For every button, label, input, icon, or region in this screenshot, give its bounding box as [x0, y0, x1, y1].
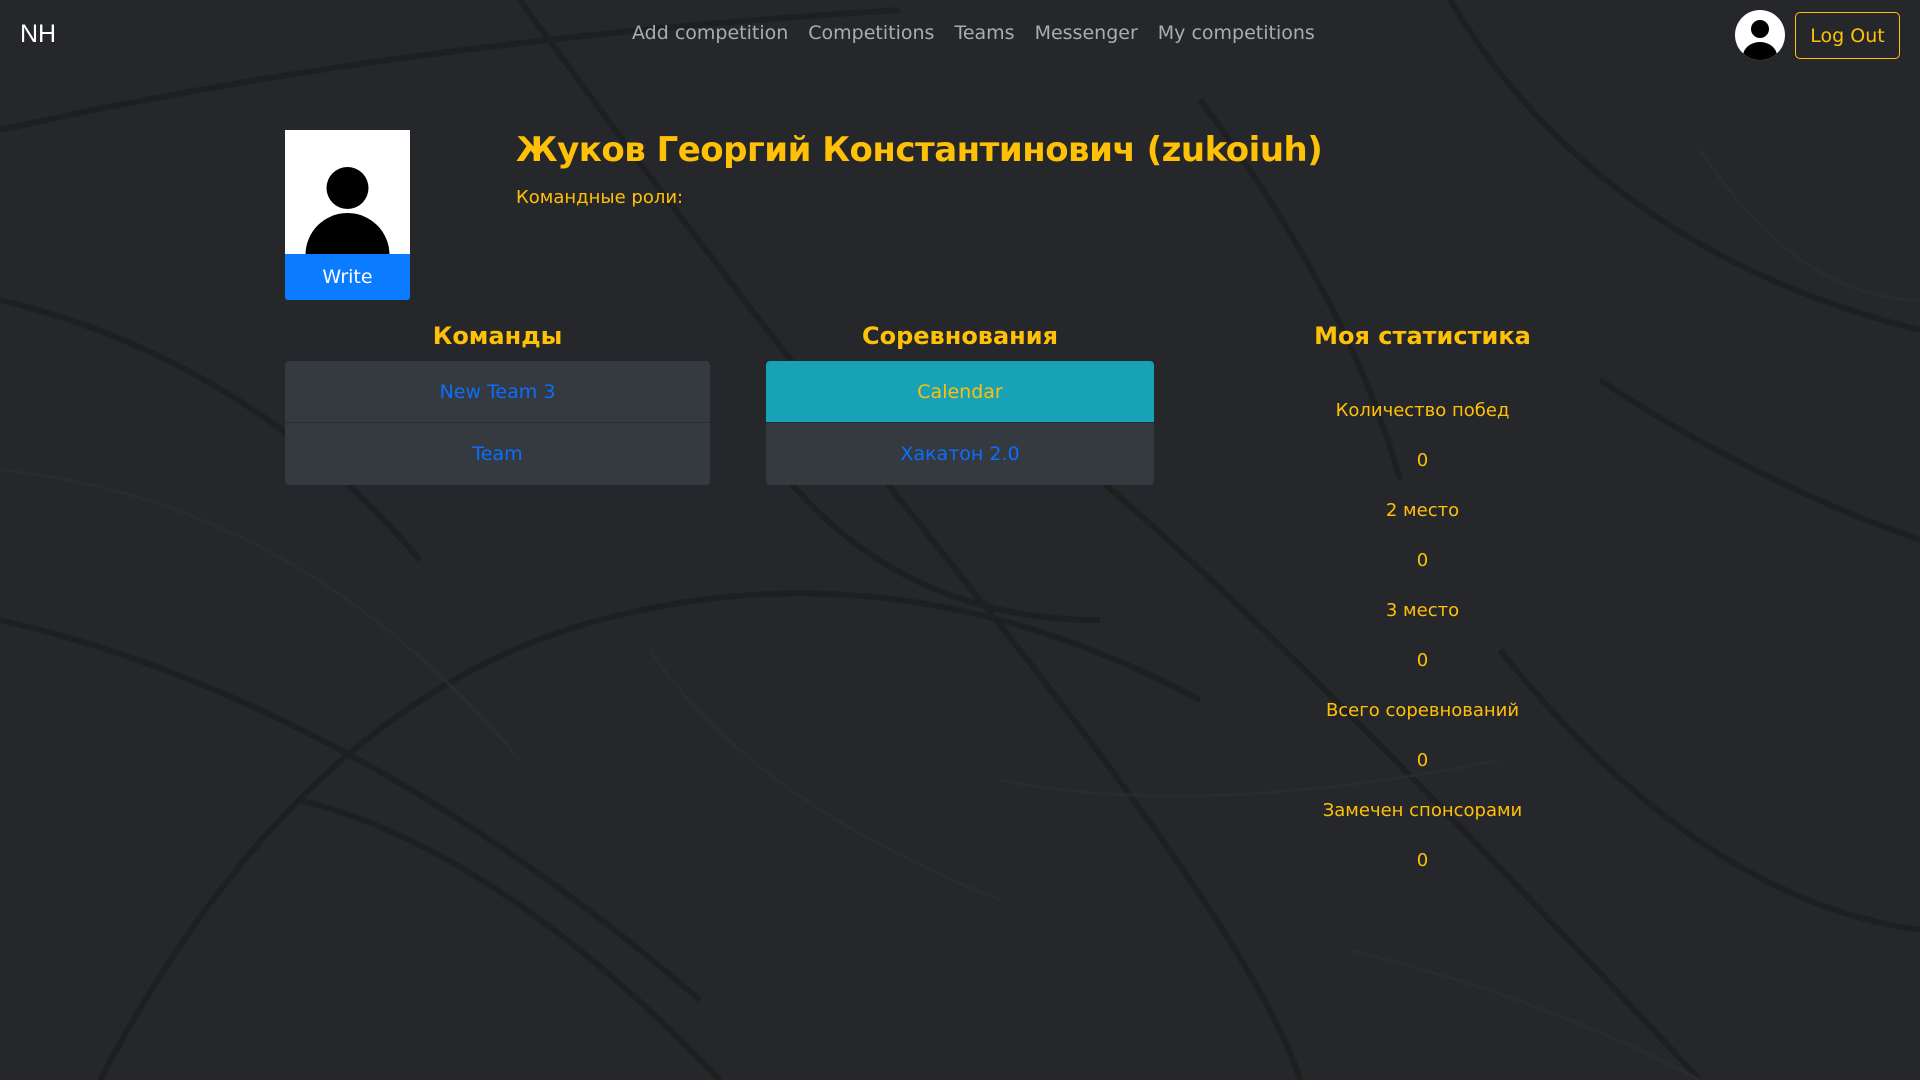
user-silhouette-icon [305, 167, 390, 255]
logout-button[interactable]: Log Out [1795, 12, 1900, 59]
team-roles-label: Командные роли: [516, 187, 684, 208]
teams-title: Команды [432, 322, 563, 350]
team-item[interactable]: New Team 3 [285, 361, 710, 423]
competition-item[interactable]: Хакатон 2.0 [766, 423, 1154, 485]
stats-title: Моя статистика [1314, 322, 1531, 350]
profile-page: Write Жуков Георгий Константинович (zuko… [0, 0, 1920, 1080]
calendar-item[interactable]: Calendar [766, 361, 1154, 423]
nav-add-competition[interactable]: Add competition [632, 22, 788, 44]
stat-second-place-label: 2 место [1385, 499, 1460, 521]
brand-logo[interactable]: NH [20, 20, 56, 49]
nav-teams[interactable]: Teams [954, 22, 1014, 44]
stat-third-place-label: 3 место [1385, 599, 1460, 621]
stats-list: Количество побед 0 2 место 0 3 место 0 В… [1290, 385, 1555, 885]
stat-sponsor-noticed-label: Замечен спонсорами [1322, 799, 1523, 821]
stat-total-competitions-label: Всего соревнований [1325, 699, 1520, 721]
stat-third-place-value: 0 [1416, 649, 1429, 671]
nav-competitions[interactable]: Competitions [808, 22, 934, 44]
user-avatar[interactable] [1735, 10, 1785, 60]
teams-list: New Team 3 Team [285, 361, 710, 485]
profile-photo [285, 130, 410, 255]
nav-links: Add competition Competitions Teams Messe… [632, 22, 1315, 44]
write-message-button[interactable]: Write [285, 254, 410, 300]
nav-messenger[interactable]: Messenger [1035, 22, 1138, 44]
user-silhouette-icon [1743, 20, 1777, 60]
stat-second-place-value: 0 [1416, 549, 1429, 571]
stat-wins-value: 0 [1416, 449, 1429, 471]
stat-total-competitions-value: 0 [1416, 749, 1429, 771]
stat-sponsor-noticed-value: 0 [1416, 849, 1429, 871]
navbar: NH Add competition Competitions Teams Me… [0, 0, 1920, 72]
competitions-list: Calendar Хакатон 2.0 [766, 361, 1154, 485]
stat-wins-label: Количество побед [1335, 399, 1510, 421]
nav-my-competitions[interactable]: My competitions [1158, 22, 1315, 44]
profile-name: Жуков Георгий Константинович (zukoiuh) [516, 130, 1323, 170]
competitions-title: Соревнования [861, 322, 1058, 350]
team-item[interactable]: Team [285, 423, 710, 485]
